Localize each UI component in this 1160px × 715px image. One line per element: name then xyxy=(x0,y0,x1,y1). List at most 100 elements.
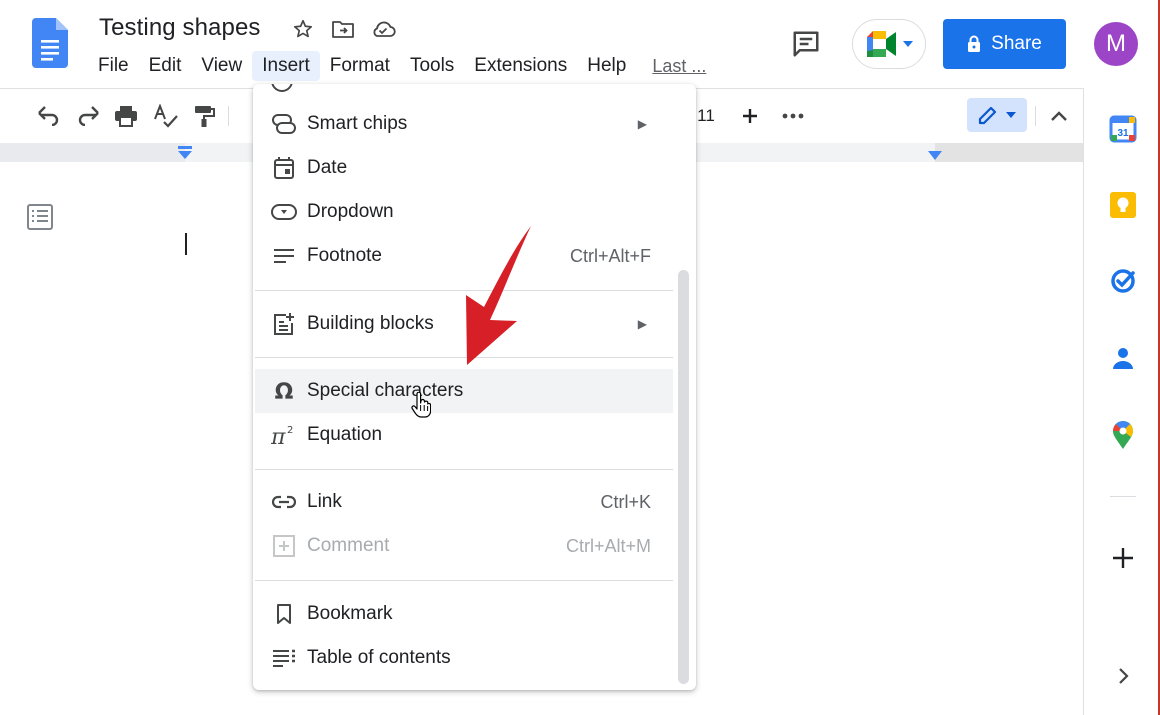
last-edit-link[interactable]: Last ... xyxy=(652,52,706,81)
footnote-icon xyxy=(271,243,297,269)
menu-item-label: Building blocks xyxy=(307,313,434,334)
menu-item-date[interactable]: Date xyxy=(255,146,673,190)
menu-item-table-of-contents[interactable]: Table of contents xyxy=(255,636,673,680)
menu-separator xyxy=(255,469,673,470)
redo-icon xyxy=(78,106,99,126)
menu-extensions[interactable]: Extensions xyxy=(464,51,577,81)
menu-item-label: Date xyxy=(307,157,348,178)
menu-item-equation[interactable]: π2 Equation xyxy=(255,413,673,457)
more-horizontal-icon xyxy=(782,113,804,119)
submenu-arrow-icon: ▶ xyxy=(637,317,647,331)
hand-pointer-icon xyxy=(411,392,431,418)
app-header: Testing shapes File Edit View Insert For… xyxy=(0,0,1158,88)
cloud-saved-icon[interactable] xyxy=(370,16,396,42)
document-title[interactable]: Testing shapes xyxy=(99,14,261,42)
editing-mode-button[interactable] xyxy=(967,98,1027,132)
get-addons-button[interactable] xyxy=(1108,543,1138,573)
menu-insert[interactable]: Insert xyxy=(252,51,320,81)
show-side-panel-button[interactable] xyxy=(1108,661,1138,691)
menu-view[interactable]: View xyxy=(191,51,252,81)
meet-button[interactable] xyxy=(852,19,926,69)
maps-app-icon[interactable] xyxy=(1108,420,1138,450)
toc-icon xyxy=(271,645,297,671)
menu-item-label: Bookmark xyxy=(307,603,393,624)
title-actions xyxy=(290,16,396,42)
chevron-down-icon xyxy=(1006,112,1016,118)
menu-bar: File Edit View Insert Format Tools Exten… xyxy=(88,50,706,82)
menu-separator xyxy=(255,357,673,358)
bookmark-icon xyxy=(271,601,297,627)
menu-item-label: Comment xyxy=(307,535,390,556)
keyboard-shortcut: Ctrl+Alt+F xyxy=(569,245,651,266)
lock-icon xyxy=(968,35,981,52)
menu-scrollbar[interactable] xyxy=(678,270,689,684)
menu-tools[interactable]: Tools xyxy=(400,51,464,81)
keep-app-icon[interactable] xyxy=(1108,190,1138,220)
contacts-app-icon[interactable] xyxy=(1108,343,1138,373)
menu-item-footnote[interactable]: Footnote Ctrl+Alt+F xyxy=(255,234,673,278)
menu-format[interactable]: Format xyxy=(320,51,400,81)
partial-menu-icon xyxy=(271,84,293,92)
menu-item-label: Special characters xyxy=(307,380,464,401)
keyboard-shortcut: Ctrl+Alt+M xyxy=(565,535,651,556)
menu-item-building-blocks[interactable]: Building blocks ▶ xyxy=(255,302,673,346)
menu-separator xyxy=(255,290,673,291)
tasks-app-icon[interactable] xyxy=(1108,266,1138,296)
chevron-right-icon xyxy=(1119,668,1129,684)
redo-button[interactable] xyxy=(72,100,104,132)
account-avatar[interactable]: M xyxy=(1094,22,1138,66)
smart-chips-icon xyxy=(271,111,297,137)
paint-format-icon xyxy=(195,106,215,127)
menu-item-special-characters[interactable]: Ω Special characters xyxy=(255,369,673,413)
svg-text:31: 31 xyxy=(1117,128,1129,139)
menu-item-label: Equation xyxy=(307,424,383,445)
menu-item-smart-chips[interactable]: Smart chips ▶ xyxy=(255,102,673,146)
share-button[interactable]: Share xyxy=(943,19,1066,69)
dropdown-icon xyxy=(271,199,297,225)
chevron-down-icon xyxy=(903,41,913,47)
calendar-icon xyxy=(271,155,297,181)
toolbar-separator xyxy=(1035,106,1036,126)
comment-icon xyxy=(793,31,819,57)
omega-icon: Ω xyxy=(271,378,297,404)
hide-menus-button[interactable] xyxy=(1043,100,1075,132)
plus-icon xyxy=(1113,548,1133,568)
paint-format-button[interactable] xyxy=(188,100,220,132)
pi-icon: π2 xyxy=(271,422,297,448)
toolbar-separator xyxy=(228,106,229,126)
more-options-button[interactable] xyxy=(777,100,809,132)
comment-history-button[interactable] xyxy=(786,24,826,64)
menu-separator xyxy=(255,580,673,581)
undo-button[interactable] xyxy=(33,100,65,132)
docs-logo-icon[interactable] xyxy=(32,18,68,68)
print-icon xyxy=(115,106,137,127)
menu-edit[interactable]: Edit xyxy=(139,51,192,81)
link-icon xyxy=(271,489,297,515)
side-panel: 31 xyxy=(1083,88,1158,715)
left-indent-marker[interactable] xyxy=(177,146,193,162)
document-outline-icon[interactable] xyxy=(26,203,54,231)
increase-font-size-button[interactable] xyxy=(734,100,766,132)
side-panel-divider xyxy=(1110,496,1136,497)
menu-item-bookmark[interactable]: Bookmark xyxy=(255,592,673,636)
plus-icon xyxy=(743,109,757,123)
menu-item-label: Table of contents xyxy=(307,647,451,668)
print-button[interactable] xyxy=(110,100,142,132)
add-comment-icon xyxy=(271,533,297,559)
keyboard-shortcut: Ctrl+K xyxy=(600,491,651,512)
menu-item-link[interactable]: Link Ctrl+K xyxy=(255,480,673,524)
spellcheck-button[interactable] xyxy=(150,100,182,132)
google-meet-icon xyxy=(867,31,896,57)
star-icon[interactable] xyxy=(290,16,316,42)
menu-item-label: Footnote xyxy=(307,245,382,266)
calendar-app-icon[interactable]: 31 xyxy=(1108,114,1138,144)
menu-item-label: Dropdown xyxy=(307,201,394,222)
menu-file[interactable]: File xyxy=(88,51,139,81)
menu-item-dropdown[interactable]: Dropdown xyxy=(255,190,673,234)
menu-help[interactable]: Help xyxy=(577,51,636,81)
right-indent-marker[interactable] xyxy=(927,151,943,161)
move-folder-icon[interactable] xyxy=(330,16,356,42)
spellcheck-icon xyxy=(154,104,178,128)
menu-item-comment: Comment Ctrl+Alt+M xyxy=(255,524,673,568)
pencil-icon xyxy=(978,106,997,125)
